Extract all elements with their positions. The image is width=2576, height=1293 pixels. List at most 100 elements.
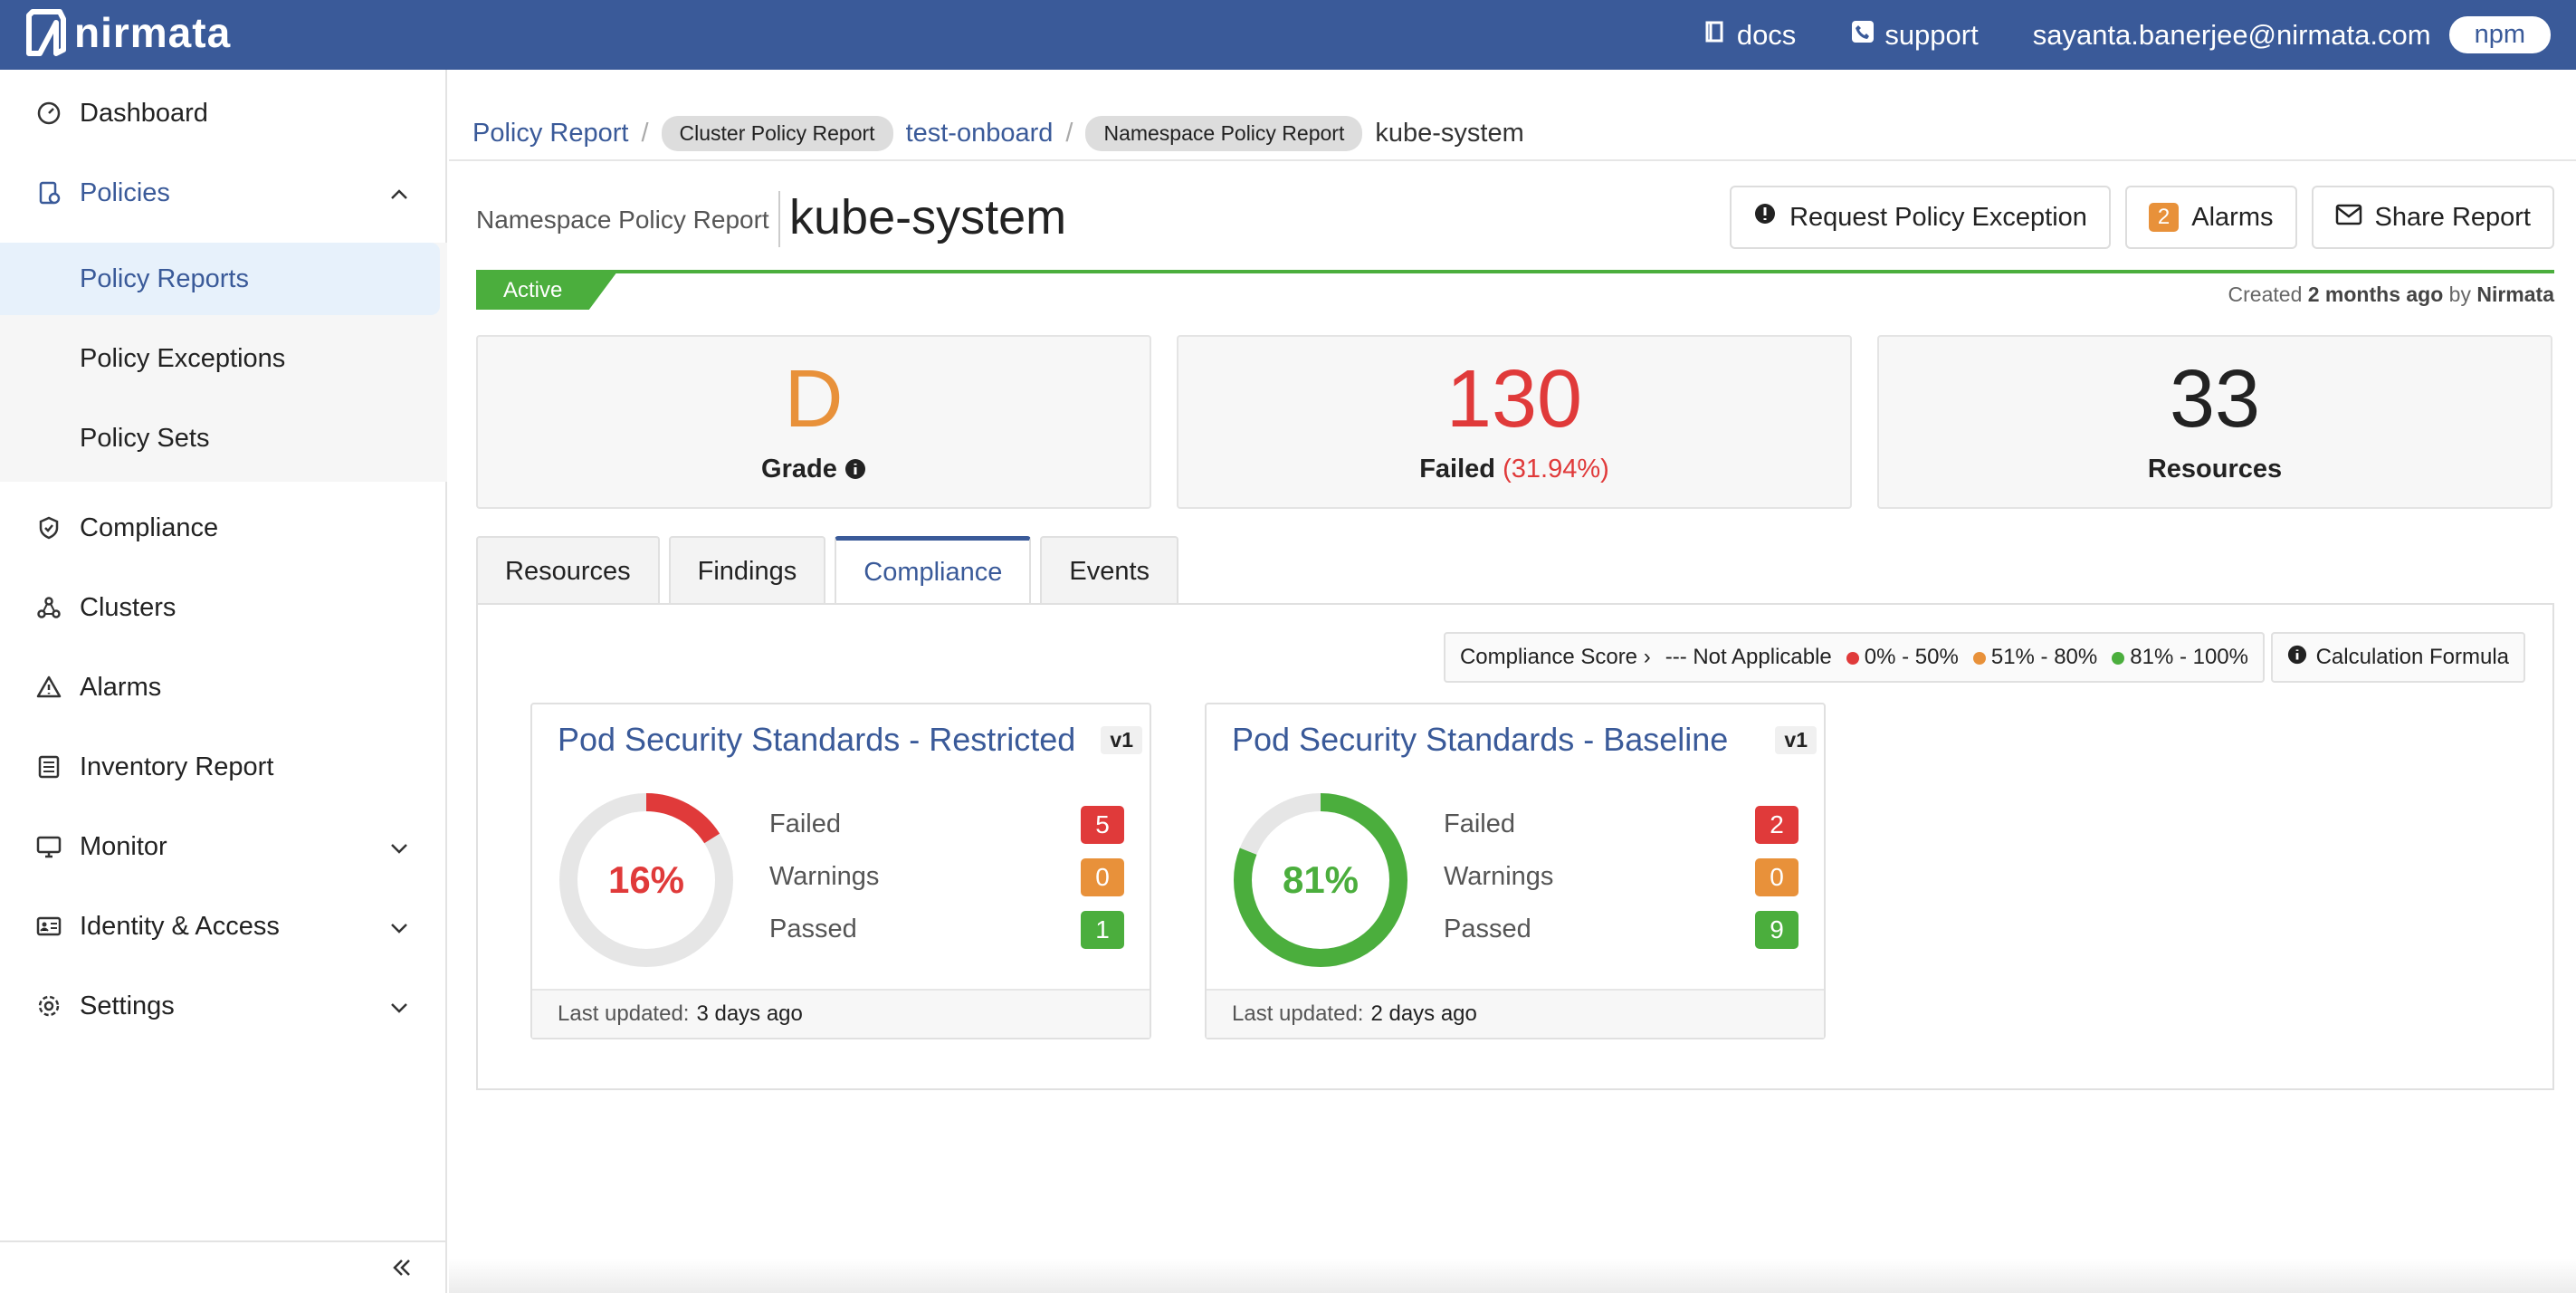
- last-updated-label: Last updated:: [558, 1001, 690, 1026]
- breadcrumb: Policy Report / Cluster Policy Report te…: [472, 110, 1524, 156]
- green-dot-icon: [2112, 651, 2125, 665]
- info-circle-icon: [2287, 645, 2307, 671]
- sidebar-subitem-policy-sets[interactable]: Policy Sets: [0, 402, 440, 474]
- resources-label: Resources: [2147, 455, 2283, 484]
- orange-dot-icon: [1972, 651, 1986, 665]
- passed-count-badge: 9: [1755, 911, 1798, 949]
- policies-submenu: Policy Reports Policy Exceptions Policy …: [0, 243, 447, 482]
- calculation-formula-label: Calculation Formula: [2315, 645, 2509, 669]
- sidebar-item-alarms[interactable]: Alarms: [0, 651, 447, 723]
- compliance-card-baseline[interactable]: Pod Security Standards - Baseline v1 81%…: [1205, 703, 1826, 1039]
- legend-low-text: 0% - 50%: [1864, 645, 1959, 669]
- sidebar-item-policies[interactable]: Policies: [0, 157, 447, 229]
- shield-check-icon: [34, 513, 63, 542]
- compliance-card-restricted[interactable]: Pod Security Standards - Restricted v1 1…: [530, 703, 1151, 1039]
- brand-logo[interactable]: nirmata: [25, 5, 231, 60]
- tab-resources[interactable]: Resources: [476, 536, 660, 605]
- report-tabs: Resources Findings Compliance Events: [476, 536, 1179, 605]
- sidebar-item-inventory-report[interactable]: Inventory Report: [0, 731, 447, 803]
- legend-mid: 51% - 80%: [1972, 645, 2098, 670]
- page-header: Namespace Policy Report kube-system Requ…: [476, 186, 2554, 249]
- request-policy-exception-button[interactable]: Request Policy Exception: [1730, 186, 2111, 249]
- sidebar-item-label: Alarms: [80, 672, 162, 702]
- sidebar-subitem-policy-exceptions[interactable]: Policy Exceptions: [0, 322, 440, 395]
- chevron-down-icon: [389, 912, 409, 942]
- support-link[interactable]: support: [1850, 19, 1979, 52]
- failed-value: 130: [1445, 354, 1583, 445]
- sidebar: Dashboard Policies Policy Reports Policy…: [0, 70, 447, 1293]
- calculation-formula-button[interactable]: Calculation Formula: [2270, 632, 2525, 683]
- failed-percent: (31.94%): [1503, 455, 1609, 484]
- compliance-score: 81%: [1282, 858, 1360, 901]
- passed-count-badge: 1: [1081, 911, 1124, 949]
- id-card-icon: [34, 912, 63, 941]
- legend-high: 81% - 100%: [2112, 645, 2248, 670]
- report-type-label: Namespace Policy Report: [476, 206, 769, 234]
- sidebar-item-compliance[interactable]: Compliance: [0, 492, 447, 564]
- grade-value: D: [784, 354, 844, 445]
- sidebar-item-clusters[interactable]: Clusters: [0, 571, 447, 644]
- alarms-button[interactable]: 2 Alarms: [2124, 186, 2297, 249]
- version-badge: v1: [1775, 726, 1817, 754]
- tab-events[interactable]: Events: [1040, 536, 1179, 605]
- legend-score-label: Compliance Score ›: [1459, 645, 1651, 669]
- sidebar-item-monitor[interactable]: Monitor: [0, 810, 447, 883]
- tab-compliance[interactable]: Compliance: [835, 536, 1032, 605]
- warnings-count-badge: 0: [1081, 858, 1124, 896]
- monitor-icon: [34, 832, 63, 861]
- breadcrumb-cluster-badge: Cluster Policy Report: [661, 115, 893, 151]
- grade-label-row: Grade: [478, 455, 1150, 484]
- breadcrumb-policy-report[interactable]: Policy Report: [472, 119, 628, 148]
- exclamation-circle-icon: [1753, 202, 1777, 233]
- compliance-card-title[interactable]: Pod Security Standards - Baseline: [1232, 721, 1728, 759]
- failed-label-row: Failed (31.94%): [1178, 455, 1850, 484]
- failed-label: Failed: [1419, 455, 1496, 484]
- created-when: 2 months ago: [2307, 283, 2444, 306]
- list-doc-icon: [34, 752, 63, 781]
- created-by-prefix: by: [2448, 283, 2471, 306]
- docs-label: docs: [1736, 18, 1797, 51]
- created-info: Created 2 months ago by Nirmata: [2228, 283, 2554, 307]
- policy-doc-icon: [34, 178, 63, 207]
- resources-value: 33: [2169, 354, 2261, 445]
- version-badge: v1: [1101, 726, 1142, 754]
- sidebar-item-dashboard[interactable]: Dashboard: [0, 77, 447, 149]
- passed-metric-label: Passed: [1444, 915, 1531, 943]
- chevron-down-icon: [389, 991, 409, 1021]
- legend-high-text: 81% - 100%: [2130, 645, 2248, 669]
- share-report-button[interactable]: Share Report: [2311, 186, 2554, 249]
- last-updated: Last updated: 3 days ago: [532, 989, 1150, 1038]
- grade-label: Grade: [761, 455, 837, 484]
- warning-triangle-icon: [34, 673, 63, 702]
- phone-icon: [1850, 19, 1875, 52]
- legend-mid-text: 51% - 80%: [1990, 645, 2098, 669]
- tenant-switcher[interactable]: npm: [2448, 16, 2551, 53]
- sidebar-item-settings[interactable]: Settings: [0, 970, 447, 1042]
- sidebar-item-label: Settings: [80, 991, 175, 1020]
- info-circle-icon[interactable]: [844, 455, 866, 484]
- sidebar-item-label: Inventory Report: [80, 752, 274, 781]
- breadcrumb-namespace-badge: Namespace Policy Report: [1085, 115, 1363, 151]
- sidebar-subitem-policy-reports[interactable]: Policy Reports: [0, 243, 440, 315]
- sidebar-collapse-bar[interactable]: [0, 1240, 447, 1293]
- sidebar-item-identity-access[interactable]: Identity & Access: [0, 890, 447, 963]
- status-badge: Active: [476, 272, 617, 310]
- tab-findings[interactable]: Findings: [668, 536, 826, 605]
- gear-icon: [34, 991, 63, 1020]
- compliance-card-title[interactable]: Pod Security Standards - Restricted: [558, 721, 1075, 759]
- docs-link[interactable]: docs: [1703, 19, 1796, 52]
- compliance-score-legend: Compliance Score › --- Not Applicable 0%…: [1443, 632, 2265, 683]
- double-chevron-left-icon[interactable]: [391, 1255, 413, 1286]
- user-menu[interactable]: sayanta.banerjee@nirmata.com: [2033, 19, 2431, 52]
- failed-count-badge: 5: [1081, 806, 1124, 844]
- breadcrumb-namespace: kube-system: [1375, 118, 1524, 148]
- compliance-score: 16%: [607, 858, 685, 901]
- sidebar-item-label: Compliance: [80, 512, 219, 542]
- cluster-nodes-icon: [34, 593, 63, 622]
- page-bottom-shadow: [449, 1259, 2576, 1293]
- top-bar: nirmata docs support sayanta.banerjee@ni…: [0, 0, 2576, 70]
- nirmata-logo-icon: [26, 9, 66, 56]
- warnings-metric-label: Warnings: [769, 862, 880, 891]
- breadcrumb-cluster[interactable]: test-onboard: [906, 119, 1054, 148]
- sidebar-item-label: Policies: [80, 177, 170, 207]
